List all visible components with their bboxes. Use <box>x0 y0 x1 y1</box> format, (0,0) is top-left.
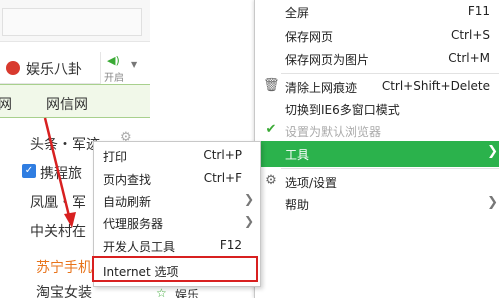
net-link-1[interactable]: 网 <box>0 94 12 114</box>
submenu-item-auto-refresh[interactable]: 自动刷新 ❯ <box>94 190 260 211</box>
menu-item-shortcut: Ctrl+Shift+Delete <box>381 79 490 93</box>
net-links-row: 网 网信网 <box>0 84 150 118</box>
menu-item-shortcut: Ctrl+S <box>450 28 490 42</box>
speaker-icon: ◀) <box>107 54 120 67</box>
top-box <box>2 8 142 36</box>
submenu-item-label: 开发人员工具 <box>103 240 176 254</box>
menu-item-set-default-browser: ✔ 设置为默认浏览器 <box>255 119 499 143</box>
menu-item-options[interactable]: ⚙ 选项/设置 <box>255 170 499 194</box>
menu-item-clear-history[interactable]: 🗑 清除上网痕迹 Ctrl+Shift+Delete <box>255 75 499 99</box>
menu-item-help[interactable]: 帮助 ❯ <box>255 192 499 216</box>
star-label[interactable]: 娱乐 <box>175 286 199 298</box>
submenu-item-label: 代理服务器 <box>103 217 164 231</box>
chevron-right-icon: ❯ <box>487 144 498 159</box>
star-icon: ☆ <box>156 286 167 298</box>
submenu-item-proxy[interactable]: 代理服务器 ❯ <box>94 212 260 233</box>
chevron-down-icon[interactable]: ▼ <box>131 60 137 69</box>
highlight-box <box>92 256 258 282</box>
submenu-item-print[interactable]: 打印 Ctrl+P <box>94 145 260 166</box>
menu-separator <box>281 168 499 169</box>
menu-item-label: 保存网页 <box>285 30 334 44</box>
tools-submenu: 打印 Ctrl+P 页内查找 Ctrl+F 自动刷新 ❯ 代理服务器 ❯ 开发人… <box>92 141 261 287</box>
entertainment-label: 娱乐八卦 <box>26 62 82 78</box>
menu-item-label: 清除上网痕迹 <box>285 81 358 95</box>
gear-icon: ⚙ <box>265 173 277 188</box>
menu-item-label: 设置为默认浏览器 <box>285 125 382 139</box>
net-link-2[interactable]: 网信网 <box>46 94 88 114</box>
menu-item-shortcut: Ctrl+M <box>448 51 490 65</box>
news-link-3[interactable]: 凤凰・军 <box>30 192 86 212</box>
menu-item-save-as-image[interactable]: 保存网页为图片 Ctrl+M <box>255 47 499 71</box>
news-link-6[interactable]: 淘宝女装 <box>36 282 92 298</box>
submenu-item-shortcut: Ctrl+P <box>203 148 242 162</box>
menu-separator <box>281 73 499 74</box>
menu-item-ie6-mode[interactable]: 切换到IE6多窗口模式 <box>255 97 499 121</box>
news-link-1[interactable]: 头条・军迹 <box>30 134 100 154</box>
menu-item-shortcut: F11 <box>467 4 490 18</box>
submenu-item-label: 打印 <box>103 150 128 164</box>
submenu-item-label: 页内查找 <box>103 173 152 187</box>
menu-item-label: 帮助 <box>285 198 310 212</box>
menu-item-label: 选项/设置 <box>285 176 338 190</box>
submenu-item-shortcut: F12 <box>219 238 242 252</box>
red-dot-icon <box>6 61 20 75</box>
menu-item-save-page[interactable]: 保存网页 Ctrl+S <box>255 24 499 48</box>
menu-item-label: 切换到IE6多窗口模式 <box>285 103 400 117</box>
submenu-item-find[interactable]: 页内查找 Ctrl+F <box>94 168 260 189</box>
menu-item-fullscreen[interactable]: 全屏 F11 <box>255 0 499 24</box>
menu-item-tools[interactable]: 工具 ❯ <box>255 141 499 167</box>
menu-item-label: 全屏 <box>285 6 310 20</box>
trash-icon: 🗑 <box>263 78 280 93</box>
speaker-label: 开启 <box>104 73 124 84</box>
menu-item-label: 保存网页为图片 <box>285 53 370 67</box>
news-link-4[interactable]: 中关村在 <box>30 221 86 241</box>
main-menu: 全屏 F11 保存网页 Ctrl+S 保存网页为图片 Ctrl+M 🗑 清除上网… <box>254 0 499 298</box>
chevron-right-icon: ❯ <box>243 214 254 228</box>
checkbox-icon[interactable]: ✓ <box>22 164 36 178</box>
news-link-2[interactable]: 携程旅 <box>40 163 82 183</box>
submenu-item-devtools[interactable]: 开发人员工具 F12 <box>94 235 260 256</box>
submenu-item-label: 自动刷新 <box>103 195 152 209</box>
submenu-item-shortcut: Ctrl+F <box>203 171 242 185</box>
chevron-right-icon: ❯ <box>487 195 498 210</box>
chevron-right-icon: ❯ <box>243 192 254 206</box>
check-icon: ✔ <box>265 122 277 137</box>
page-top-area <box>0 0 150 42</box>
speaker-toggle[interactable]: ◀) 开启 ▼ <box>100 52 150 84</box>
menu-item-label: 工具 <box>285 148 310 162</box>
news-link-5[interactable]: 苏宁手机 <box>36 257 92 277</box>
